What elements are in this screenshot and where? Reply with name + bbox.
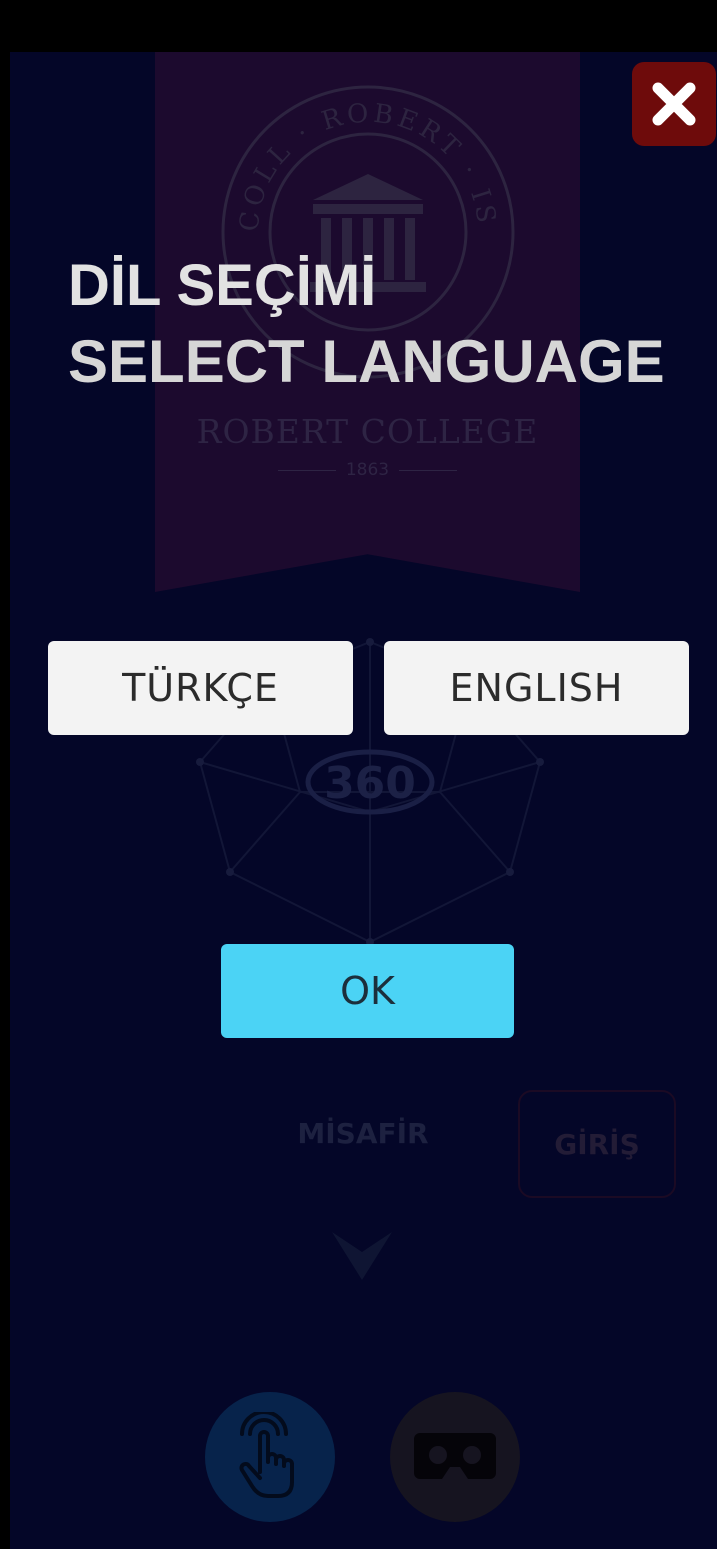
chevron-down-icon bbox=[332, 1232, 392, 1280]
login-label: GİRİŞ bbox=[554, 1127, 640, 1161]
status-bar bbox=[0, 0, 717, 52]
close-button[interactable] bbox=[632, 62, 716, 146]
vr-headset-icon bbox=[414, 1433, 496, 1479]
turkish-language-button[interactable]: TÜRKÇE bbox=[48, 641, 353, 735]
english-language-button[interactable]: ENGLISH bbox=[384, 641, 689, 735]
founding-year: 1863 bbox=[345, 460, 390, 480]
ok-label: OK bbox=[340, 969, 395, 1013]
app-screen: COLL · ROBERT · ISTANBUL ROBERT COLLEGE … bbox=[10, 52, 717, 1549]
dialog-title-english: SELECT LANGUAGE bbox=[68, 328, 665, 395]
close-icon bbox=[652, 82, 696, 126]
guest-button[interactable]: MİSAFİR bbox=[293, 1117, 433, 1150]
login-button[interactable]: GİRİŞ bbox=[518, 1090, 676, 1198]
hand-touch-icon bbox=[239, 1412, 294, 1498]
vr-mode-button[interactable] bbox=[390, 1392, 520, 1522]
touch-mode-button[interactable] bbox=[205, 1392, 335, 1522]
dialog-title-turkish: DİL SEÇİMİ bbox=[68, 253, 377, 318]
ok-button[interactable]: OK bbox=[221, 944, 514, 1038]
college-year: 1863 bbox=[155, 460, 580, 480]
college-name: ROBERT COLLEGE bbox=[196, 412, 539, 451]
turkish-label: TÜRKÇE bbox=[122, 666, 279, 710]
badge-360: 360 bbox=[324, 758, 416, 809]
english-label: ENGLISH bbox=[449, 666, 624, 710]
